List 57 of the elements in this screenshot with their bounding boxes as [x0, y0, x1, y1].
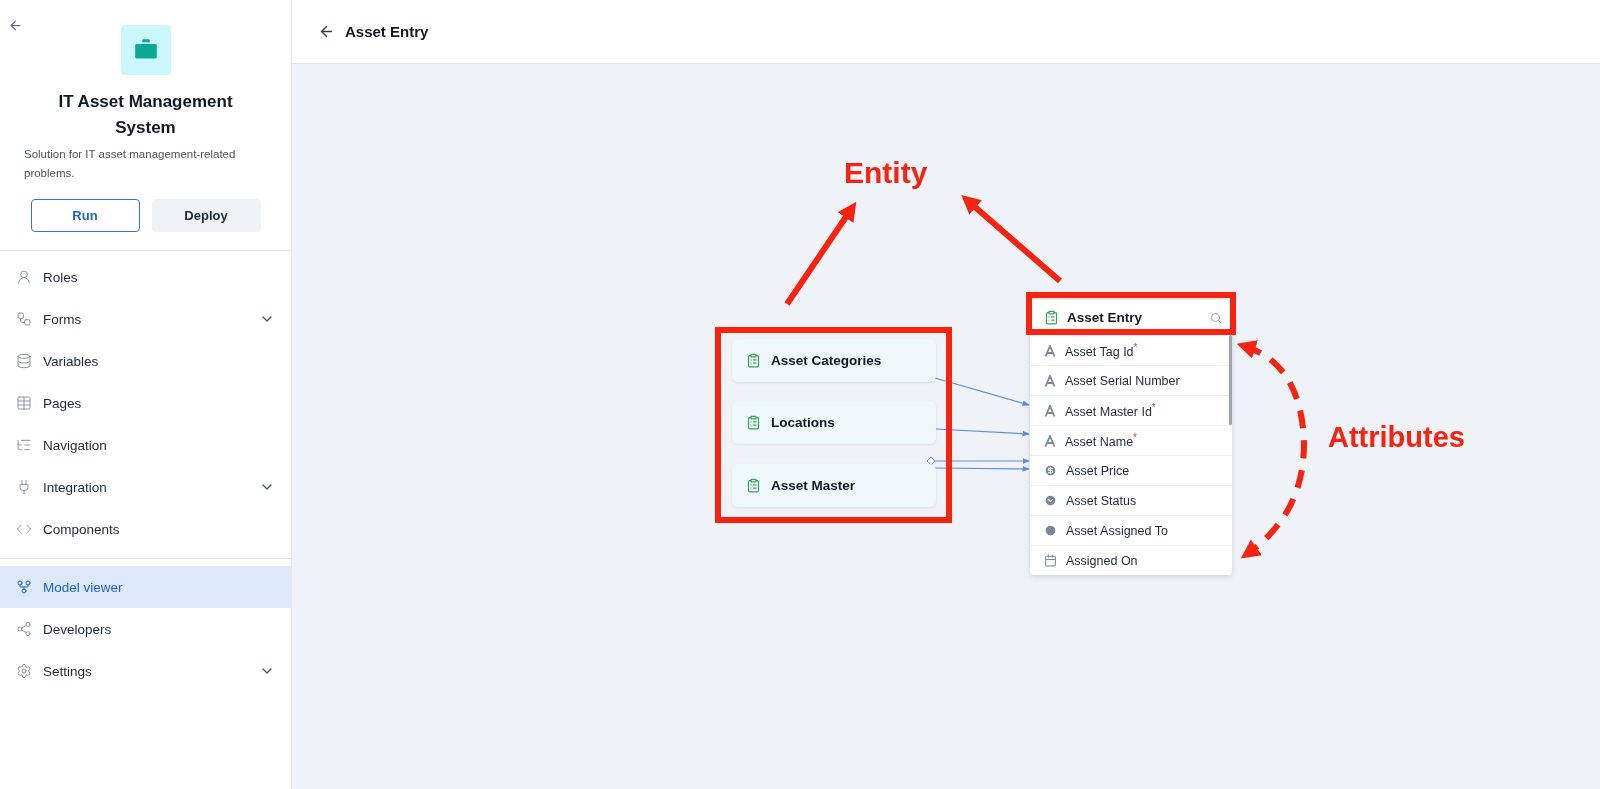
- entity-card[interactable]: Locations: [732, 401, 936, 444]
- nav-item[interactable]: Developers: [0, 608, 291, 650]
- action-button[interactable]: Deploy: [151, 199, 261, 232]
- clipboard-icon: [746, 415, 761, 430]
- workflow-icon: [16, 311, 32, 327]
- letter-icon: [1044, 344, 1056, 357]
- attribute-row[interactable]: Asset Name$^{*}$: [1030, 425, 1232, 455]
- annotation-label: Entity: [844, 156, 928, 190]
- attribute-row[interactable]: Asset Price: [1030, 455, 1232, 485]
- letter-icon: [1044, 374, 1056, 387]
- entity-title: Asset Entry: [1067, 310, 1144, 325]
- attribute-name: Asset Tag Id$^{*}$: [1065, 341, 1138, 360]
- letter-icon: [1044, 434, 1056, 447]
- attribute-name: Asset Name$^{*}$: [1065, 431, 1137, 450]
- entity-card[interactable]: Asset Master: [732, 464, 936, 507]
- calendar-icon: [1044, 554, 1057, 567]
- nav-item[interactable]: Roles: [0, 256, 291, 298]
- nav-item[interactable]: Model viewer: [0, 566, 291, 608]
- clipboard-icon: [746, 478, 761, 493]
- outline-button[interactable]: Run: [30, 199, 140, 232]
- branch-icon: [16, 579, 32, 595]
- attribute-name: Asset Serial Number: [1065, 373, 1180, 388]
- nav-item[interactable]: Forms: [0, 298, 291, 340]
- annotation-label: Attributes: [1328, 421, 1465, 454]
- database-icon: [16, 353, 32, 369]
- app-description: Solution for IT asset management-related problems.: [24, 147, 237, 181]
- nav-item[interactable]: Components: [0, 508, 291, 550]
- nav-item[interactable]: Navigation: [0, 424, 291, 466]
- attribute-name: Asset Price: [1066, 463, 1130, 478]
- scrollbar[interactable]: [1229, 335, 1232, 425]
- clipboard-icon: [1044, 310, 1059, 325]
- nav-item[interactable]: Settings: [0, 650, 291, 692]
- settings-icon: [16, 663, 32, 679]
- tree-icon: [16, 437, 32, 453]
- chevron-circle-icon: [1044, 494, 1057, 507]
- attribute-name: Assigned On: [1066, 553, 1138, 568]
- attribute-name: Asset Master Id$^{*}$: [1065, 401, 1156, 420]
- attribute-name: Asset Assigned To: [1066, 523, 1168, 538]
- briefcase-icon: [120, 25, 171, 75]
- nav-item[interactable]: Integration: [0, 466, 291, 508]
- code-icon: [16, 521, 32, 537]
- clipboard-icon: [746, 353, 761, 368]
- plug-icon: [16, 479, 32, 495]
- user-icon: [16, 269, 32, 285]
- nav-item[interactable]: Variables: [0, 340, 291, 382]
- table-icon: [16, 395, 32, 411]
- attribute-row[interactable]: Assigned On: [1030, 545, 1232, 575]
- dollar-icon: [1044, 464, 1057, 477]
- entity-card[interactable]: Asset Categories: [732, 339, 936, 382]
- page-title: Asset Entry: [345, 23, 429, 40]
- attribute-row[interactable]: Asset Status: [1030, 485, 1232, 515]
- attribute-name: Asset Status: [1066, 493, 1137, 508]
- attribute-row[interactable]: Asset Assigned To: [1030, 515, 1232, 545]
- share-icon: [16, 621, 32, 637]
- letter-icon: [1044, 404, 1056, 417]
- nav-item[interactable]: Pages: [0, 382, 291, 424]
- app-title: IT Asset Management System: [57, 91, 234, 139]
